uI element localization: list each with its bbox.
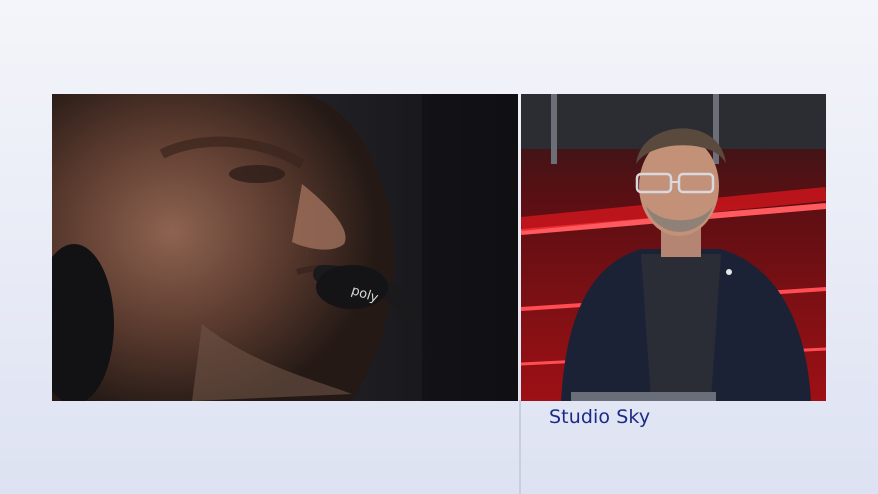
video-feed-driver-closeup-icon: poly [52,94,518,401]
broadcast-screen: poly Studio Sky [0,0,878,494]
source-caption: Studio Sky [549,406,651,428]
panel-divider [519,400,521,494]
video-feed-right [521,94,826,401]
video-feed-studio-presenter-icon [521,94,826,401]
video-feed-left: poly [52,94,518,401]
